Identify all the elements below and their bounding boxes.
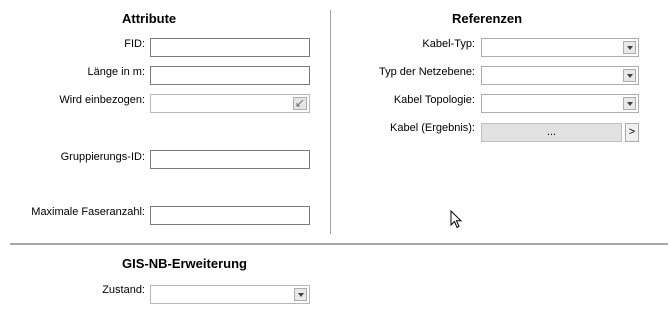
topologie-select[interactable]	[481, 94, 639, 113]
fid-label: FID:	[124, 38, 145, 50]
faseranzahl-label: Maximale Faseranzahl:	[31, 206, 145, 218]
mouse-cursor-icon	[450, 210, 463, 229]
referenzen-heading: Referenzen	[452, 11, 523, 26]
fid-field[interactable]	[150, 38, 310, 57]
ergebnis-label: Kabel (Ergebnis):	[390, 122, 475, 134]
kabeltyp-label: Kabel-Typ:	[422, 38, 475, 50]
vertical-divider	[330, 10, 331, 234]
einbezogen-label: Wird einbezogen:	[59, 94, 145, 106]
laenge-field[interactable]	[150, 66, 310, 85]
zustand-label: Zustand:	[102, 284, 145, 296]
chevron-down-icon[interactable]	[623, 97, 636, 110]
gruppierung-field[interactable]	[150, 150, 310, 169]
horizontal-divider	[10, 243, 668, 245]
chevron-down-icon[interactable]	[623, 41, 636, 54]
zustand-select[interactable]	[150, 285, 310, 304]
gruppierung-label: Gruppierungs-ID:	[60, 151, 145, 163]
ergebnis-open-button[interactable]: >	[625, 123, 639, 142]
chevron-down-icon[interactable]	[623, 69, 636, 82]
faseranzahl-field[interactable]	[150, 206, 310, 225]
netzebene-select[interactable]	[481, 66, 639, 85]
topologie-label: Kabel Topologie:	[393, 94, 475, 106]
gis-heading: GIS-NB-Erweiterung	[122, 256, 247, 271]
ergebnis-browse-button[interactable]: ...	[481, 123, 622, 142]
netzebene-label: Typ der Netzebene:	[378, 66, 475, 78]
kabeltyp-select[interactable]	[481, 38, 639, 57]
chevron-down-icon[interactable]	[294, 288, 307, 301]
checkbox-icon[interactable]	[293, 97, 307, 110]
laenge-label: Länge in m:	[87, 66, 145, 78]
attribute-heading: Attribute	[122, 11, 177, 26]
einbezogen-select[interactable]	[150, 94, 310, 113]
